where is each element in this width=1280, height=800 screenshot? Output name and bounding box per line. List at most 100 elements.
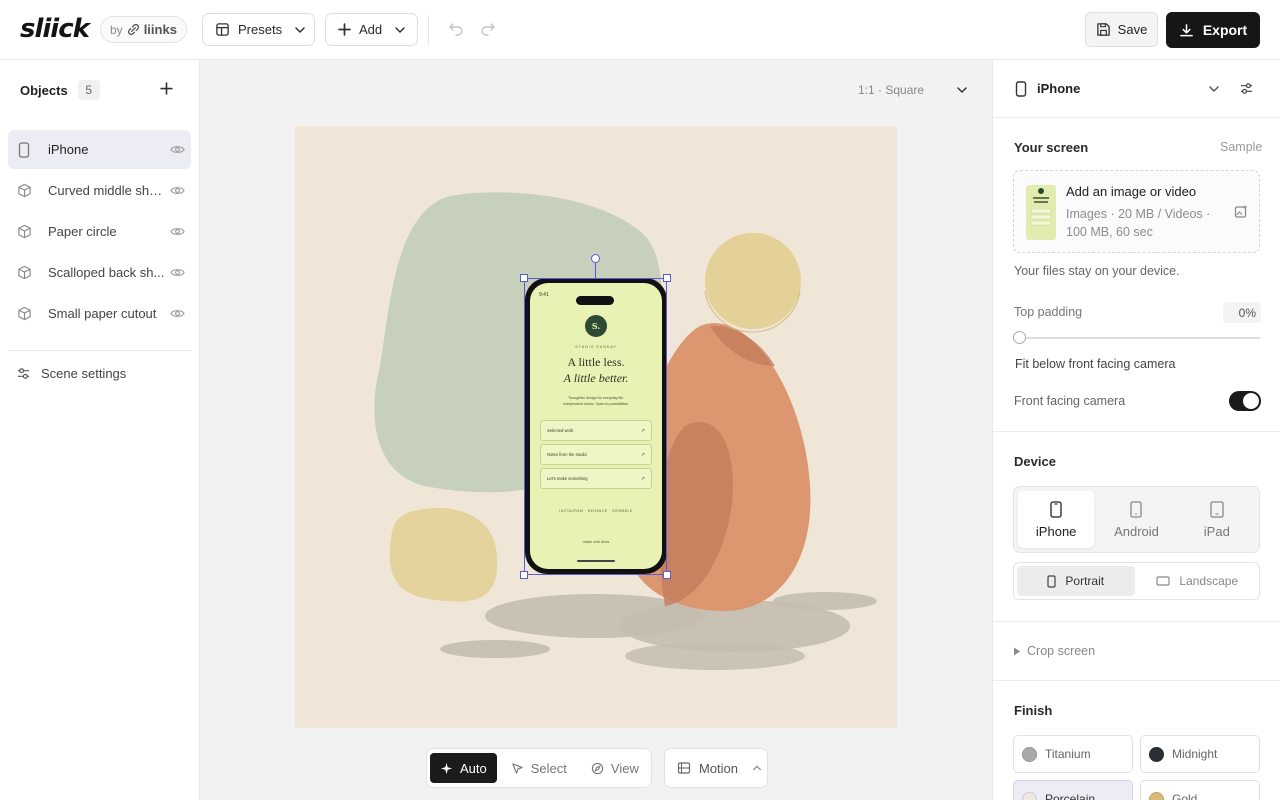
object-item-paper-circle[interactable]: Paper circle bbox=[8, 212, 191, 251]
front-camera-toggle[interactable] bbox=[1229, 391, 1261, 411]
scene-stage[interactable]: 9:41 S. STUDIO SUNDAY A little less. A l… bbox=[295, 126, 897, 728]
paper-circle-shape[interactable] bbox=[704, 233, 801, 333]
resize-handle-bottom-right[interactable] bbox=[663, 571, 671, 579]
add-button[interactable]: Add bbox=[325, 13, 418, 46]
link-card[interactable]: Let's make something ↗ bbox=[540, 468, 652, 489]
landscape-icon bbox=[1156, 576, 1170, 586]
resize-handle-bottom-left[interactable] bbox=[520, 571, 528, 579]
upload-title: Add an image or video bbox=[1066, 184, 1197, 199]
object-item-iphone[interactable]: iPhone bbox=[8, 130, 191, 169]
small-paper-cutout-shape[interactable] bbox=[389, 508, 498, 602]
objects-count-badge: 5 bbox=[77, 80, 100, 100]
eye-icon[interactable] bbox=[170, 142, 185, 157]
presets-button[interactable]: Presets bbox=[202, 13, 315, 46]
motion-label: Motion bbox=[699, 760, 739, 776]
top-padding-slider-thumb[interactable] bbox=[1013, 331, 1026, 344]
mode-view-button[interactable]: View bbox=[581, 753, 649, 783]
section-divider bbox=[993, 431, 1280, 432]
toolbar-divider bbox=[428, 15, 429, 45]
eye-icon[interactable] bbox=[170, 306, 185, 321]
finish-option-porcelain[interactable]: Porcelain bbox=[1013, 780, 1133, 800]
device-option-label: Android bbox=[1114, 523, 1159, 539]
film-icon bbox=[677, 761, 691, 775]
orientation-label: Portrait bbox=[1065, 574, 1105, 588]
save-button[interactable]: Save bbox=[1085, 12, 1158, 47]
privacy-note: Your files stay on your device. bbox=[1014, 264, 1180, 278]
finish-option-midnight[interactable]: Midnight bbox=[1140, 735, 1260, 773]
top-bar: sliick by liinks Presets Add Save Export bbox=[0, 0, 1280, 60]
headline-2: A little better. bbox=[563, 371, 629, 385]
finish-option-gold[interactable]: Gold bbox=[1140, 780, 1260, 800]
device-option-ipad[interactable]: iPad bbox=[1179, 491, 1255, 548]
image-add-icon[interactable] bbox=[1234, 205, 1248, 219]
scene-settings-label: Scene settings bbox=[41, 365, 127, 381]
resize-handle-top-left[interactable] bbox=[520, 274, 528, 282]
rotate-handle[interactable] bbox=[591, 254, 600, 263]
orientation-portrait[interactable]: Portrait bbox=[1017, 566, 1135, 596]
color-swatch bbox=[1022, 791, 1037, 800]
redo-icon[interactable] bbox=[480, 20, 496, 40]
footer-text: made with liinks bbox=[582, 540, 610, 544]
device-option-label: iPad bbox=[1203, 523, 1230, 539]
color-swatch bbox=[1022, 746, 1037, 762]
motion-button[interactable]: Motion bbox=[664, 748, 768, 788]
resize-handle-top-right[interactable] bbox=[663, 274, 671, 282]
cube-icon bbox=[16, 265, 32, 281]
object-item-scalloped-back-sheet[interactable]: Scalloped back sh... bbox=[8, 253, 191, 292]
eye-icon[interactable] bbox=[170, 265, 185, 280]
panel-title[interactable]: iPhone bbox=[1037, 81, 1080, 96]
layout-icon bbox=[215, 22, 230, 37]
caret-right-icon bbox=[1014, 647, 1020, 655]
finish-label: Midnight bbox=[1172, 747, 1218, 761]
link-icon bbox=[127, 24, 139, 35]
social-links: INSTAGRAM · BEHANCE · DRIBBBLE bbox=[559, 509, 633, 513]
fit-below-camera-label[interactable]: Fit below front facing camera bbox=[1015, 357, 1176, 371]
phone-icon bbox=[16, 141, 32, 158]
eye-icon[interactable] bbox=[170, 183, 185, 198]
top-padding-slider-track[interactable] bbox=[1014, 337, 1260, 339]
export-button[interactable]: Export bbox=[1166, 12, 1260, 48]
link-card[interactable]: Notes from the studio ↗ bbox=[540, 444, 652, 465]
objects-header: Objects 5 bbox=[20, 80, 100, 100]
undo-icon[interactable] bbox=[448, 20, 464, 40]
color-swatch bbox=[1149, 746, 1164, 762]
link-card[interactable]: Selected work ↗ bbox=[540, 420, 652, 441]
adjust-icon[interactable] bbox=[1239, 81, 1254, 96]
finish-label: Porcelain bbox=[1045, 792, 1096, 800]
headline-1: A little less. bbox=[567, 355, 625, 369]
object-item-label: Scalloped back sh... bbox=[48, 265, 165, 280]
aspect-ratio-select[interactable]: 1:1 · Square bbox=[858, 80, 968, 100]
app-logo[interactable]: sliick bbox=[20, 14, 90, 44]
finish-label: Gold bbox=[1172, 792, 1198, 800]
logo-mark-text: S. bbox=[591, 321, 601, 331]
device-selector: iPhone Android iPad bbox=[1013, 486, 1260, 553]
device-option-iphone[interactable]: iPhone bbox=[1018, 491, 1095, 548]
finish-option-titanium[interactable]: Titanium bbox=[1013, 735, 1133, 773]
aspect-ratio-label: 1:1 · Square bbox=[858, 83, 925, 97]
add-object-button[interactable] bbox=[156, 78, 176, 98]
device-option-android[interactable]: Android bbox=[1098, 491, 1174, 548]
top-padding-value[interactable]: 0% bbox=[1223, 302, 1261, 323]
status-time: 9:41 bbox=[539, 292, 549, 298]
studio-logo-mark: S. bbox=[585, 315, 607, 337]
mode-view-label: View bbox=[610, 760, 639, 776]
by-liinks-badge[interactable]: by liinks bbox=[100, 16, 187, 43]
chevron-down-icon[interactable] bbox=[1208, 83, 1220, 95]
sample-link[interactable]: Sample bbox=[1220, 140, 1262, 154]
scene-settings-button[interactable]: Scene settings bbox=[16, 363, 126, 383]
iphone-mockup[interactable]: 9:41 S. STUDIO SUNDAY A little less. A l… bbox=[525, 278, 667, 574]
dynamic-island bbox=[576, 296, 614, 305]
arrow-icon: ↗ bbox=[640, 451, 645, 458]
eye-icon[interactable] bbox=[170, 224, 185, 239]
mode-auto-button[interactable]: Auto bbox=[430, 753, 497, 783]
crop-screen-toggle[interactable]: Crop screen bbox=[1013, 644, 1095, 658]
object-item-label: Curved middle sheet bbox=[48, 183, 166, 198]
objects-sidebar: Objects 5 iPhone Curved middle sheet Pap… bbox=[0, 60, 200, 800]
chevron-down-icon bbox=[394, 24, 406, 36]
object-item-small-paper-cutout[interactable]: Small paper cutout bbox=[8, 294, 191, 333]
object-item-curved-middle-sheet[interactable]: Curved middle sheet bbox=[8, 171, 191, 210]
section-divider bbox=[993, 680, 1280, 681]
orientation-landscape[interactable]: Landscape bbox=[1139, 566, 1257, 596]
upload-dropzone[interactable]: Add an image or video Images · 20 MB / V… bbox=[1013, 170, 1260, 253]
mode-select-button[interactable]: Select bbox=[501, 753, 577, 783]
